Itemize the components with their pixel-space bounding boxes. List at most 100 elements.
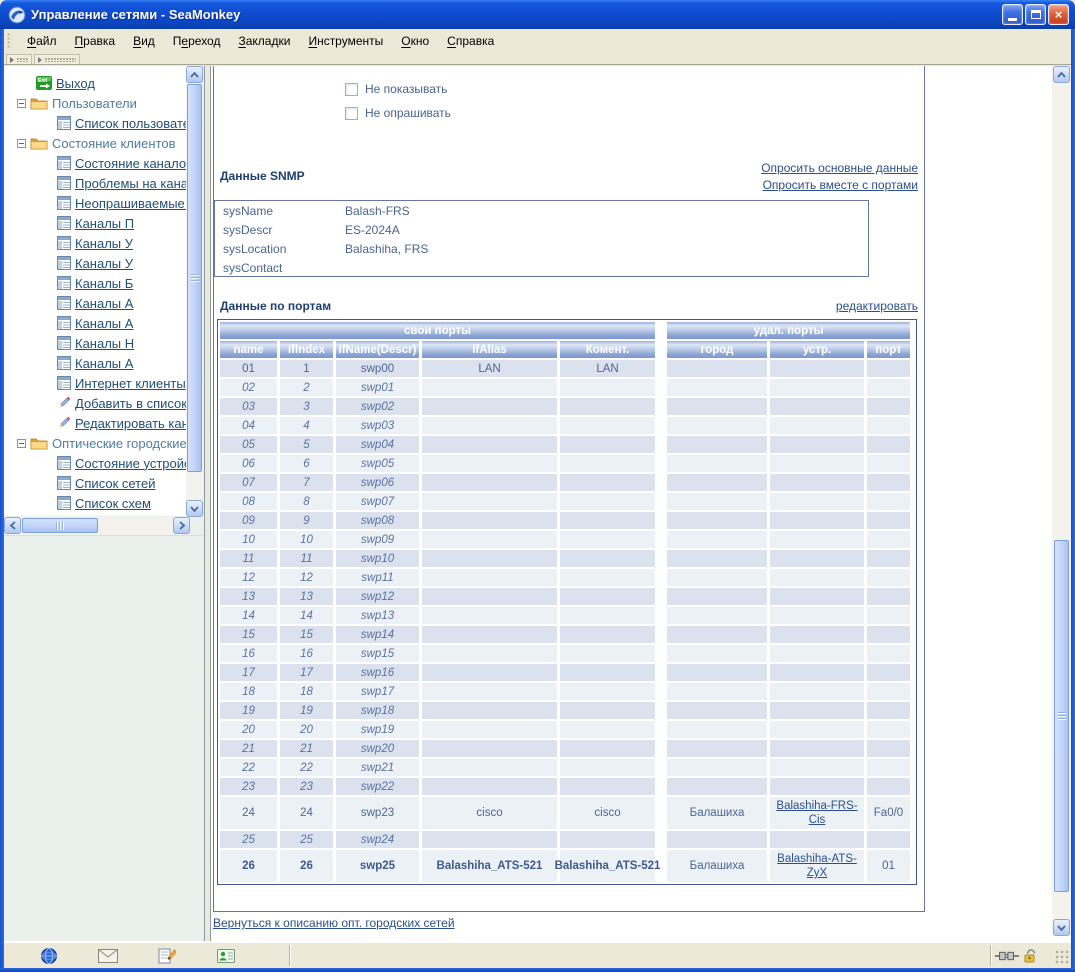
scroll-up-button[interactable] [186,66,203,83]
sidebar-item-каналы-у: Каналы У [4,253,133,273]
snmp-field-name: sysName [215,204,345,223]
cell-ifalias [422,398,557,415]
poll-with-ports-link[interactable]: Опросить вместе с портами [518,178,918,192]
cell- [667,569,767,586]
composer-icon[interactable] [155,946,179,966]
scrollbar-thumb[interactable] [187,84,202,472]
list-icon [57,496,71,510]
tree-link-label[interactable]: Редактировать кана [75,416,186,431]
cell-ifnamedescr: swp05 [336,455,419,472]
remote-device-link[interactable]: Balashiha-FRS-Cis [772,799,862,828]
edit-ports-link[interactable]: редактировать [718,299,918,313]
tree-expander-icon[interactable] [17,139,26,148]
tree-folder-label[interactable]: Оптические городские с [52,436,186,451]
tree-expander-icon[interactable] [17,99,26,108]
menu-Закладки[interactable]: Закладки [229,31,299,51]
cell-ifalias [422,455,557,472]
tree-link-label[interactable]: Каналы У [75,236,133,251]
cell- [667,702,767,719]
cell- [770,493,864,510]
remote-device-link[interactable]: Balashiha-ATS-ZyX [772,852,862,881]
cell-ifnamedescr: swp08 [336,512,419,529]
cell- [867,360,910,377]
port-row-25: 2525swp24 [220,831,914,848]
window-resize-grip[interactable] [1055,950,1069,964]
cell- [667,455,767,472]
tree-link-label[interactable]: Каналы А [75,316,133,331]
tree-link-label[interactable]: Каналы У [75,256,133,271]
tree-link-label[interactable]: Интернет клиенты [75,376,186,391]
security-lock-icon[interactable] [1019,946,1043,966]
cell-: 01 [867,850,910,882]
cell- [867,778,910,795]
tree-link-label[interactable]: Выход [56,76,95,91]
hide-checkbox[interactable] [345,83,358,96]
navigator-icon[interactable] [37,946,61,966]
pencil-icon [57,396,71,410]
sidebar-vertical-scrollbar[interactable] [186,66,203,517]
mail-icon[interactable] [96,946,120,966]
menu-Переход[interactable]: Переход [164,31,230,51]
cell-ifalias [422,531,557,548]
tree-folder-label[interactable]: Пользователи [52,96,137,111]
port-row-07: 077swp06 [220,474,914,491]
scrollbar-thumb[interactable] [1054,540,1069,892]
menu-Файл[interactable]: Файл [18,31,66,51]
tree-link-label[interactable]: Каналы Б [75,276,133,291]
tree-folder-label[interactable]: Информационная сист [52,516,186,517]
close-button[interactable]: × [1048,4,1069,25]
cell-ifnamedescr: swp19 [336,721,419,738]
sidebar-splitter[interactable] [204,66,211,941]
scroll-up-button[interactable] [1053,66,1070,83]
sidebar-item-информационная-сист: Информационная сист [4,513,186,516]
cell-ifindex: 2 [280,379,333,396]
cell-ifindex: 24 [280,797,333,829]
tree-link-label[interactable]: Каналы А [75,296,133,311]
scroll-right-button[interactable] [173,517,190,534]
maximize-button[interactable] [1025,4,1046,25]
online-status-icon[interactable] [995,946,1019,966]
tree-link-label[interactable]: Список пользовател [75,116,186,131]
menu-Справка[interactable]: Справка [438,31,503,51]
collapsed-toolbar-tab[interactable] [6,54,32,64]
tree-link-label[interactable]: Состояние каналов [75,156,186,171]
no-poll-checkbox[interactable] [345,107,358,120]
scroll-down-button[interactable] [1053,919,1070,936]
tree-expander-icon[interactable] [17,439,26,448]
poll-basic-data-link[interactable]: Опросить основные данные [518,161,918,175]
window-title: Управление сетями - SeaMonkey [31,7,240,22]
menu-Правка[interactable]: Правка [66,31,125,51]
tree-link-label[interactable]: Состояние устройст [75,456,186,471]
menu-Инструменты[interactable]: Инструменты [299,31,392,51]
menubar-grippy[interactable] [7,33,12,49]
status-bar [4,941,1071,968]
port-row-09: 099swp08 [220,512,914,529]
tree-link-label[interactable]: Добавить в список к [75,396,186,411]
cell-ifindex: 19 [280,702,333,719]
folder-icon [30,436,48,450]
tree-link-label[interactable]: Список схем [75,496,151,511]
scroll-left-button[interactable] [4,517,21,534]
menu-Вид[interactable]: Вид [124,31,164,51]
sidebar-horizontal-scrollbar[interactable] [4,517,190,535]
cell-ifalias [422,626,557,643]
tree-link-label[interactable]: Список сетей [75,476,155,491]
cell-ifindex: 1 [280,360,333,377]
tree-link-label[interactable]: Неопрашиваемые к [75,196,186,211]
scrollbar-thumb[interactable] [22,518,98,533]
content-vertical-scrollbar[interactable] [1052,66,1071,936]
tree-link-label[interactable]: Каналы Н [75,336,134,351]
cell-ifnamedescr: swp24 [336,831,419,848]
collapsed-toolbar-tab[interactable] [34,54,80,64]
back-link[interactable]: Вернуться к описанию опт. городских сете… [213,916,455,930]
tree-link-label[interactable]: Каналы П [75,216,134,231]
menu-Окно[interactable]: Окно [392,31,438,51]
sidebar-item-список-пользовател: Список пользовател [4,113,186,133]
tree-folder-label[interactable]: Состояние клиентов [52,136,176,151]
minimize-button[interactable] [1002,4,1023,25]
cell- [867,512,910,529]
scroll-down-button[interactable] [186,500,203,517]
tree-link-label[interactable]: Каналы А [75,356,133,371]
tree-link-label[interactable]: Проблемы на канал [75,176,186,191]
addressbook-icon[interactable] [214,946,238,966]
